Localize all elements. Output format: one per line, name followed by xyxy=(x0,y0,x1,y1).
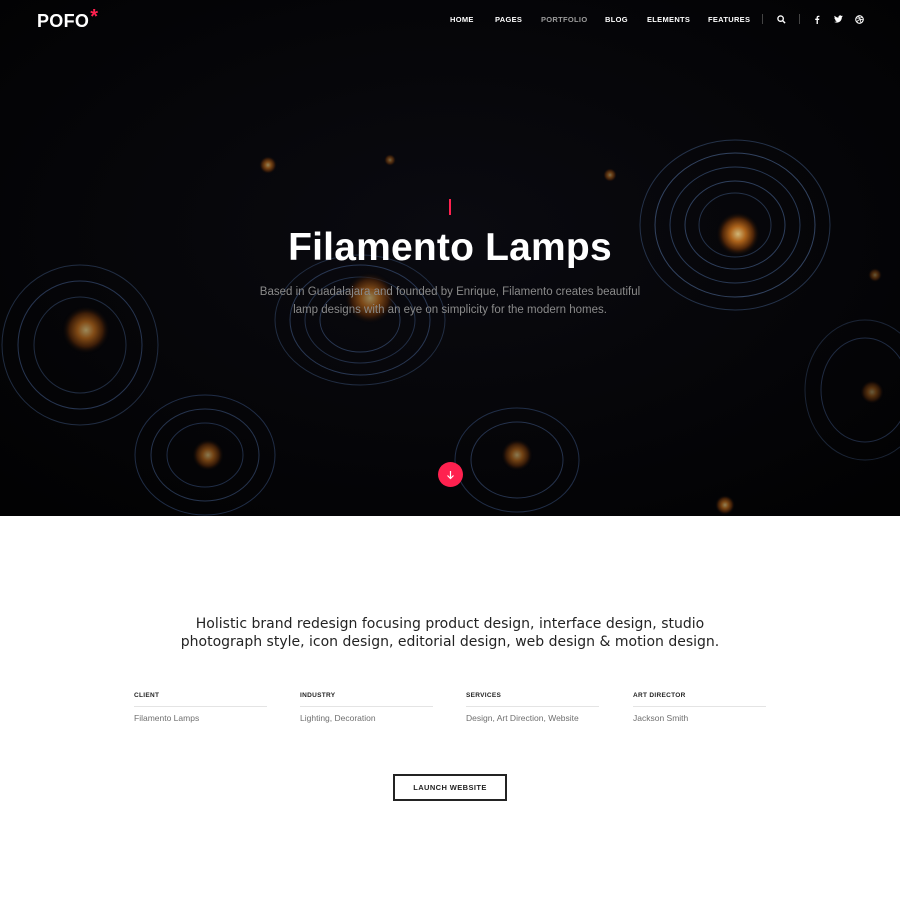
detail-value: Lighting, Decoration xyxy=(300,713,376,723)
hero-subtitle-line: lamp designs with an eye on simplicity f… xyxy=(293,303,607,316)
project-intro-line: photograph style, icon design, editorial… xyxy=(180,633,720,650)
project-intro-line: Holistic brand redesign focusing product… xyxy=(195,616,705,632)
project-intro: Holistic brand redesign focusing product… xyxy=(150,616,750,651)
twitter-icon[interactable] xyxy=(832,13,844,25)
hero-subtitle: Based in Guadalajara and founded by Enri… xyxy=(250,284,650,319)
launch-website-button[interactable]: LAUNCH WEBSITE xyxy=(393,774,507,801)
detail-value: Design, Art Direction, Website xyxy=(466,713,579,723)
hero-content: Filamento Lamps Based in Guadalajara and… xyxy=(0,0,900,516)
hero-section: POFO* HOME PAGES PORTFOLIO BLOG ELEMENTS… xyxy=(0,0,900,516)
arrow-down-icon xyxy=(447,470,454,479)
project-details-section: Holistic brand redesign focusing product… xyxy=(0,516,900,905)
scroll-down-button[interactable] xyxy=(438,462,463,487)
hero-title: Filamento Lamps xyxy=(288,226,612,269)
nav-item-elements[interactable]: ELEMENTS xyxy=(647,15,690,24)
accent-line xyxy=(449,199,451,215)
logo-asterisk: * xyxy=(90,6,99,28)
detail-label: CLIENT xyxy=(134,692,267,707)
top-navbar: POFO* HOME PAGES PORTFOLIO BLOG ELEMENTS… xyxy=(0,0,900,40)
nav-item-pages[interactable]: PAGES xyxy=(495,15,522,24)
facebook-icon[interactable] xyxy=(811,13,823,25)
logo-text: POFO xyxy=(37,11,90,31)
nav-divider xyxy=(762,14,763,24)
detail-value: Filamento Lamps xyxy=(134,713,200,723)
pofo-logo[interactable]: POFO* xyxy=(37,6,98,33)
detail-industry: INDUSTRY Lighting, Decoration xyxy=(300,692,433,723)
detail-art-director: ART DIRECTOR Jackson Smith xyxy=(633,692,766,723)
dribbble-icon[interactable] xyxy=(853,13,865,25)
detail-label: SERVICES xyxy=(466,692,599,707)
detail-value: Jackson Smith xyxy=(633,713,689,723)
nav-item-portfolio[interactable]: PORTFOLIO xyxy=(541,15,587,24)
detail-label: INDUSTRY xyxy=(300,692,433,707)
detail-services: SERVICES Design, Art Direction, Website xyxy=(466,692,599,723)
search-icon[interactable] xyxy=(775,13,787,25)
detail-client: CLIENT Filamento Lamps xyxy=(134,692,267,723)
nav-divider xyxy=(799,14,800,24)
nav-item-features[interactable]: FEATURES xyxy=(708,15,750,24)
hero-subtitle-line: Based in Guadalajara and founded by Enri… xyxy=(259,286,641,298)
detail-label: ART DIRECTOR xyxy=(633,692,766,707)
nav-item-home[interactable]: HOME xyxy=(450,15,474,24)
nav-item-blog[interactable]: BLOG xyxy=(605,15,628,24)
